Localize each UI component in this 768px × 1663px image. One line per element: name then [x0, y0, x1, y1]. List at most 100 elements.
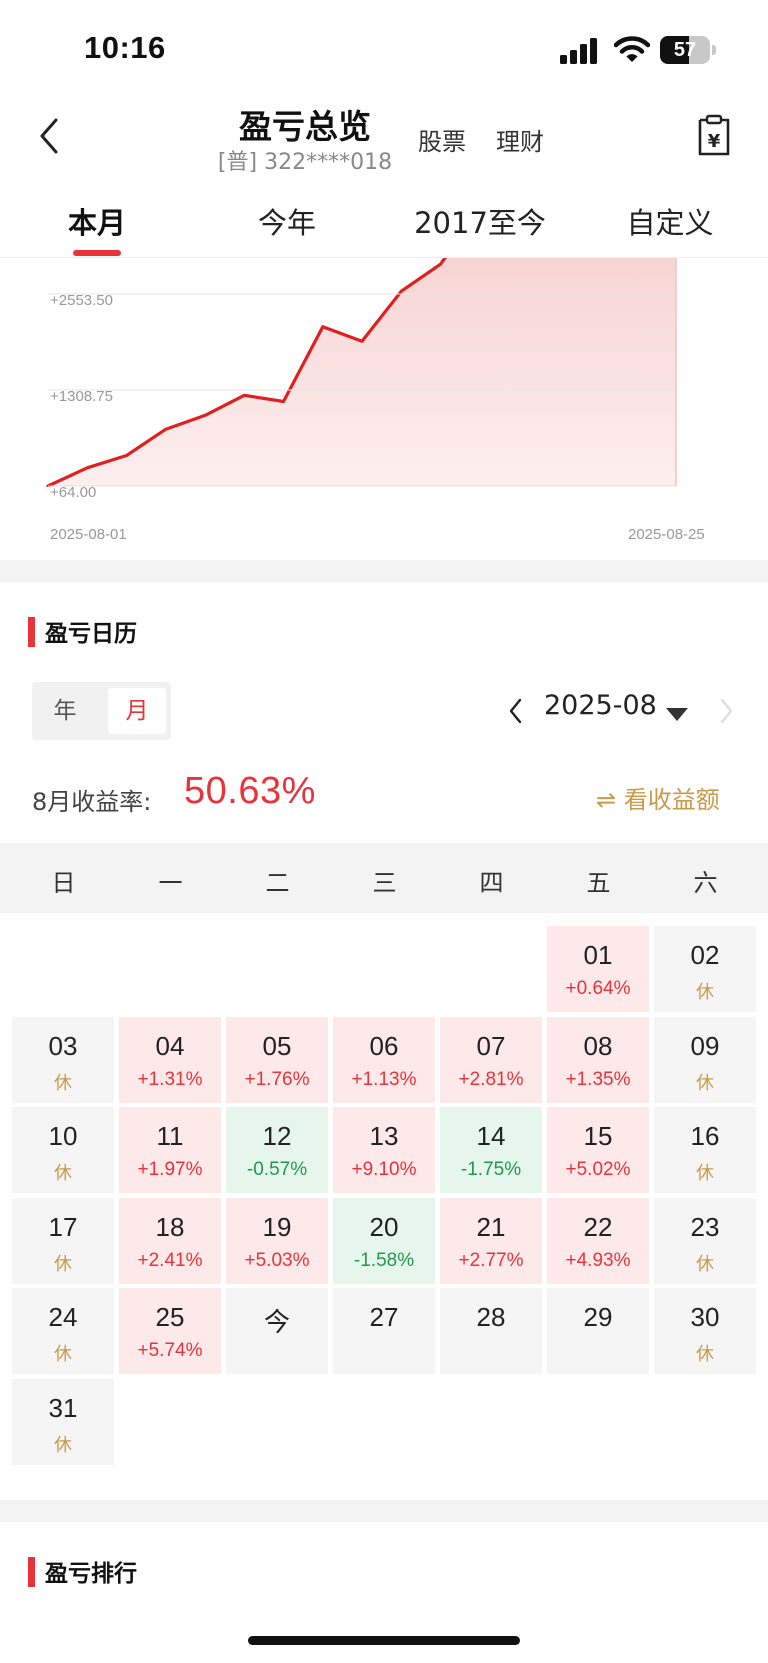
calendar-day-number: 20: [369, 1211, 399, 1242]
calendar-day-cell[interactable]: 29: [547, 1288, 649, 1374]
chart-svg: [46, 258, 677, 487]
calendar-day-cell[interactable]: 01 +0.64%: [547, 926, 649, 1012]
calendar-day-return: 休: [696, 982, 714, 1003]
account-number: [普] 322****018: [217, 150, 393, 175]
calendar-day-cell[interactable]: 10 休: [12, 1107, 114, 1193]
x-start-label: 2025-08-01: [50, 526, 127, 543]
y-tick-label: +1308.75: [50, 388, 113, 405]
tab-this-year[interactable]: 今年: [248, 200, 326, 242]
x-end-label: 2025-08-25: [628, 526, 705, 543]
calendar-day-number: 08: [583, 1030, 613, 1061]
tab-since-2017[interactable]: 2017至今: [410, 200, 550, 242]
weekday-label: 一: [158, 869, 183, 897]
calendar-day-cell[interactable]: 07 +2.81%: [440, 1016, 542, 1103]
next-month-icon[interactable]: [716, 696, 736, 726]
calendar-day-cell[interactable]: 17 休: [12, 1197, 114, 1284]
view-amount-toggle[interactable]: ⇌ 看收益额: [596, 780, 720, 815]
wifi-icon: [614, 36, 650, 62]
calendar-day-return: +5.03%: [244, 1249, 310, 1271]
calendar-day-number: 24: [48, 1302, 78, 1332]
calendar-day-cell[interactable]: 03 休: [12, 1016, 114, 1103]
calendar-day-return: +1.13%: [351, 1068, 417, 1090]
calendar-day-cell[interactable]: 25 +5.74%: [119, 1288, 221, 1374]
calendar-day-return: -1.58%: [353, 1249, 415, 1271]
calendar-day-cell[interactable]: 02 休: [654, 926, 756, 1012]
calendar-day-return: +4.93%: [565, 1249, 631, 1271]
calendar-day-number: 06: [369, 1030, 399, 1061]
month-selector[interactable]: 2025-08: [544, 690, 657, 721]
calendar-day-cell[interactable]: 23 休: [654, 1197, 756, 1284]
calendar-day-return: 休: [696, 1072, 714, 1094]
weekday-header: 日 一 二 三 四 五 六: [0, 843, 768, 913]
active-tab-indicator: [73, 250, 121, 256]
section-divider: [0, 560, 768, 582]
battery-level: 57: [673, 39, 697, 61]
calendar-day-number: 03: [48, 1030, 78, 1061]
tab-this-month[interactable]: 本月: [58, 200, 136, 242]
calendar-day-cell[interactable]: 08 +1.35%: [547, 1016, 649, 1103]
calendar-day-cell[interactable]: 06 +1.13%: [333, 1016, 435, 1103]
calendar-day-cell[interactable]: 15 +5.02%: [547, 1107, 649, 1193]
status-bar: 10:16 57: [0, 0, 768, 100]
section-divider: [0, 1500, 768, 1522]
calendar-day-cell[interactable]: 09 休: [654, 1016, 756, 1103]
calendar-day-cell[interactable]: 14 -1.75%: [440, 1107, 542, 1193]
year-month-toggle: 年 月: [32, 682, 171, 740]
calendar-day-cell[interactable]: 28: [440, 1288, 542, 1374]
calendar-day-cell[interactable]: 今: [226, 1288, 328, 1374]
home-indicator[interactable]: [248, 1636, 520, 1645]
dropdown-caret-icon[interactable]: [666, 708, 688, 721]
calendar-day-number: 今: [263, 1308, 290, 1338]
calendar-section-title: 盈亏日历: [28, 614, 137, 648]
ranking-title-text: 盈亏排行: [45, 1561, 137, 1587]
calendar-day-cell[interactable]: 19 +5.03%: [226, 1197, 328, 1284]
seg-year[interactable]: 年: [36, 688, 94, 734]
calendar-day-cell[interactable]: 30 休: [654, 1288, 756, 1374]
calendar-day-return: 休: [54, 1163, 72, 1184]
y-tick-label: +64.00: [50, 484, 97, 501]
calendar-day-cell[interactable]: 12 -0.57%: [226, 1107, 328, 1193]
calendar-day-number: 19: [262, 1211, 292, 1242]
calendar-day-number: 25: [155, 1302, 185, 1332]
calendar-day-cell[interactable]: 27: [333, 1288, 435, 1374]
calendar-day-number: 04: [155, 1030, 185, 1061]
calendar-day-return: +9.10%: [351, 1159, 417, 1180]
calendar-day-number: 23: [690, 1211, 720, 1242]
calendar-day-cell[interactable]: 20 -1.58%: [333, 1197, 435, 1284]
monthly-return-label: 8月收益率:: [32, 788, 152, 816]
calendar-day-number: 05: [262, 1030, 292, 1061]
calendar-day-cell[interactable]: 04 +1.31%: [119, 1016, 221, 1103]
bill-icon[interactable]: ¥: [694, 114, 734, 158]
calendar-day-cell[interactable]: 31 休: [12, 1378, 114, 1465]
wealth-link[interactable]: 理财: [496, 122, 544, 157]
monthly-return-value: 50.63%: [184, 770, 316, 812]
back-arrow-icon[interactable]: [30, 112, 70, 160]
calendar-day-number: 28: [476, 1302, 506, 1332]
period-tabs: 本月 今年 2017至今 自定义: [0, 190, 768, 258]
calendar-day-return: +1.35%: [565, 1068, 631, 1090]
calendar-day-number: 15: [583, 1121, 613, 1151]
calendar-day-cell[interactable]: 05 +1.76%: [226, 1016, 328, 1103]
calendar-day-cell[interactable]: 22 +4.93%: [547, 1197, 649, 1284]
profit-chart: +2553.50 +1308.75 +64.00 2025-08-01 2025…: [0, 258, 768, 560]
calendar-day-return: 休: [54, 1253, 72, 1275]
weekday-label: 六: [693, 869, 718, 897]
calendar-day-cell[interactable]: 21 +2.77%: [440, 1197, 542, 1284]
y-tick-label: +2553.50: [50, 292, 113, 309]
seg-month[interactable]: 月: [108, 688, 166, 734]
tab-custom[interactable]: 自定义: [620, 200, 720, 242]
calendar-day-return: +2.81%: [458, 1068, 524, 1090]
calendar-day-cell[interactable]: 16 休: [654, 1107, 756, 1193]
calendar-day-cell[interactable]: 11 +1.97%: [119, 1107, 221, 1193]
prev-month-icon[interactable]: [506, 696, 526, 726]
calendar-day-number: 01: [583, 940, 613, 970]
calendar-day-cell[interactable]: 24 休: [12, 1288, 114, 1374]
calendar-day-return: -1.75%: [460, 1159, 522, 1180]
calendar-day-cell[interactable]: 13 +9.10%: [333, 1107, 435, 1193]
calendar-day-return: +1.97%: [137, 1159, 203, 1180]
battery-icon: 57: [660, 36, 716, 64]
calendar-day-return: 休: [54, 1072, 72, 1094]
calendar-day-number: 27: [369, 1302, 399, 1332]
calendar-day-cell[interactable]: 18 +2.41%: [119, 1197, 221, 1284]
stocks-link[interactable]: 股票: [418, 122, 466, 157]
